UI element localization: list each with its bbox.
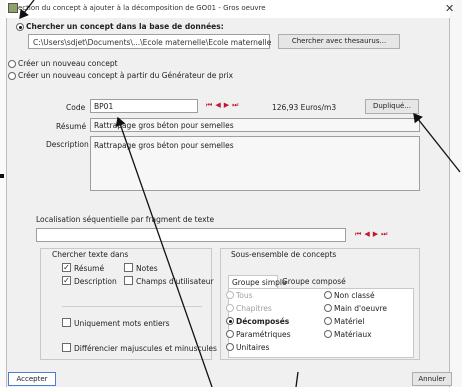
annotation-line-bottom: [295, 371, 299, 387]
annotation-arrows: [0, 0, 461, 387]
arrow-to-duplicate: [413, 112, 461, 173]
arrow-to-code: [115, 116, 213, 387]
arrow-to-search-db: [19, 0, 35, 20]
pointer-marker: [0, 174, 4, 178]
